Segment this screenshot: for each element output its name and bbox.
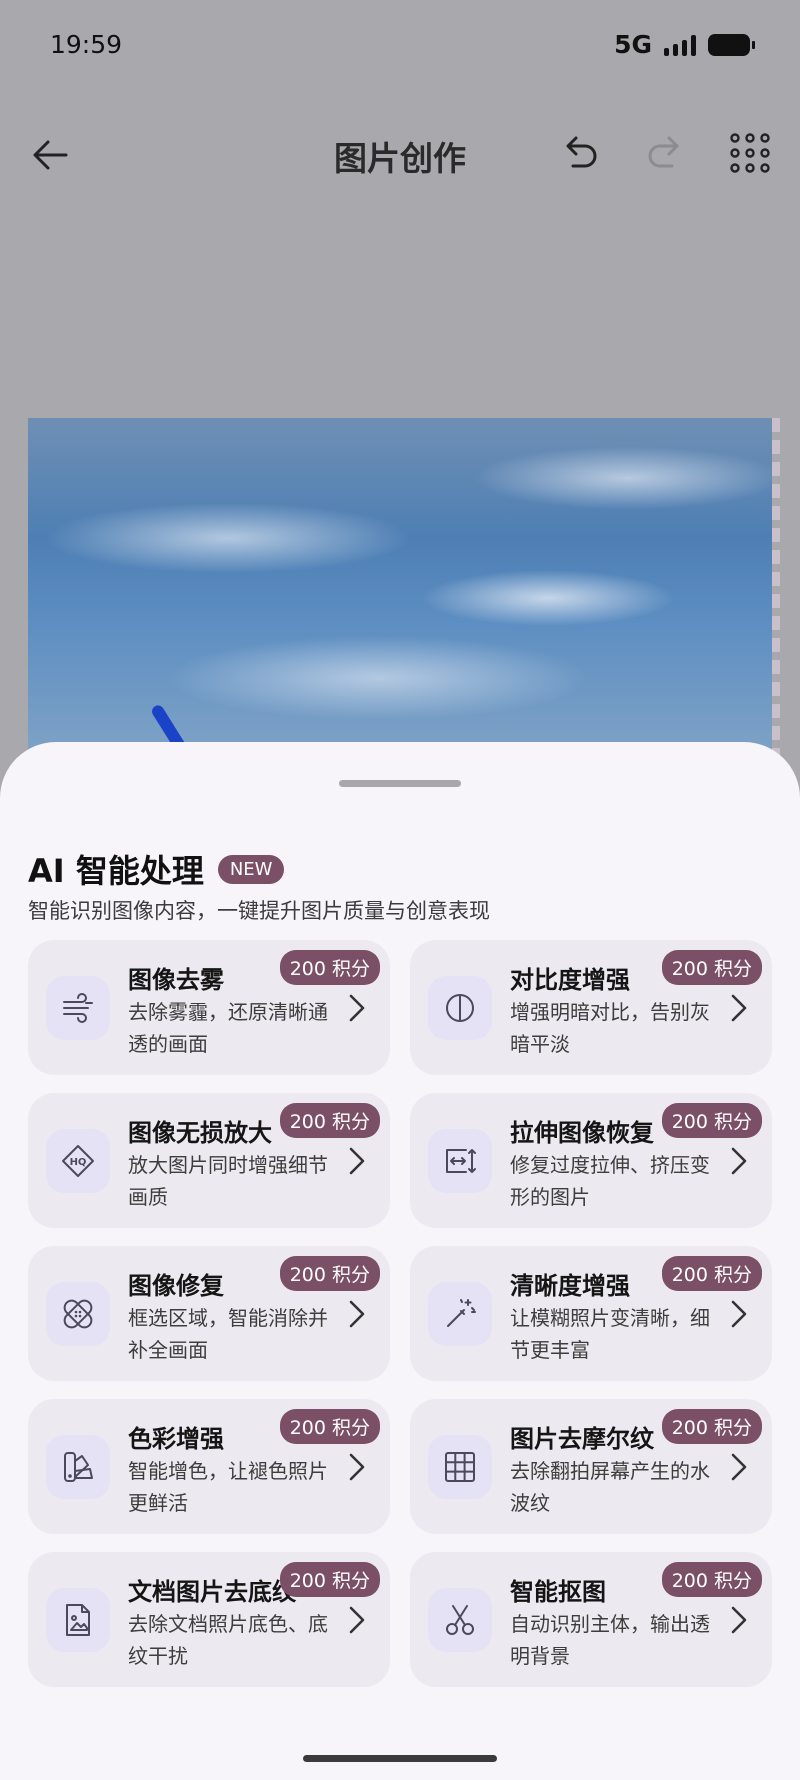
- document-image-icon: [66, 1604, 90, 1636]
- sheet-title: AI 智能处理: [28, 852, 204, 890]
- chevron-right-icon: [731, 1300, 747, 1328]
- sheet-header: AI 智能处理 NEW: [28, 846, 285, 892]
- grid-dots-icon: [730, 133, 770, 173]
- points-badge: 200 积分: [661, 950, 762, 985]
- chevron-right-icon: [731, 1453, 747, 1481]
- status-bar: 19:59 5G: [0, 0, 800, 92]
- crop-edge: [772, 418, 780, 758]
- card-description: 自动识别主体，输出透明背景: [510, 1612, 710, 1668]
- sheet-subtitle: 智能识别图像内容，一键提升图片质量与创意表现: [28, 899, 490, 923]
- card-description: 框选区域，智能消除并补全画面: [128, 1306, 328, 1362]
- feature-card-color[interactable]: 色彩增强 智能增色，让褪色照片更鲜活 200 积分: [28, 1399, 390, 1534]
- card-title: 对比度增强: [510, 966, 630, 994]
- battery-icon: [708, 33, 755, 56]
- card-title: 图像去雾: [128, 966, 224, 994]
- points-badge: 200 积分: [661, 1562, 762, 1597]
- contrast-icon: [446, 994, 474, 1022]
- feature-card-stretch-restore[interactable]: 拉伸图像恢复 修复过度拉伸、挤压变形的图片 200 积分: [410, 1093, 772, 1228]
- card-description: 放大图片同时增强细节画质: [128, 1153, 328, 1209]
- chevron-right-icon: [731, 1147, 747, 1175]
- points-badge: 200 积分: [279, 1562, 380, 1597]
- card-title: 智能抠图: [510, 1578, 606, 1606]
- card-description: 智能增色，让褪色照片更鲜活: [128, 1459, 328, 1515]
- chevron-right-icon: [349, 1147, 365, 1175]
- stretch-icon: [446, 1149, 476, 1173]
- bandage-icon: [63, 1299, 93, 1329]
- points-badge: 200 积分: [279, 950, 380, 985]
- chevron-right-icon: [349, 1606, 365, 1634]
- points-badge: 200 积分: [279, 1409, 380, 1444]
- points-badge: 200 积分: [661, 1256, 762, 1291]
- app-bar: 图片创作: [0, 110, 800, 196]
- hq-upscale-icon: HQ: [62, 1145, 94, 1177]
- feature-card-contrast[interactable]: 对比度增强 增强明暗对比，告别灰暗平淡 200 积分: [410, 940, 772, 1075]
- sheet-drag-handle[interactable]: [339, 780, 461, 787]
- feature-card-repair[interactable]: 图像修复 框选区域，智能消除并补全画面 200 积分: [28, 1246, 390, 1381]
- network-type: 5G: [614, 30, 652, 59]
- undo-icon: [566, 136, 597, 168]
- card-title: 色彩增强: [128, 1425, 224, 1453]
- card-title: 文档图片去底纹: [128, 1578, 296, 1606]
- more-apps-button[interactable]: [725, 128, 775, 178]
- chevron-right-icon: [731, 994, 747, 1022]
- chevron-right-icon: [349, 1453, 365, 1481]
- status-indicators: 5G: [614, 30, 755, 59]
- card-title: 图片去摩尔纹: [510, 1425, 654, 1453]
- new-badge: NEW: [217, 854, 285, 884]
- svg-text:HQ: HQ: [70, 1157, 87, 1168]
- magic-wand-icon: [447, 1299, 476, 1327]
- feature-card-demoire[interactable]: 图片去摩尔纹 去除翻拍屏幕产生的水波纹 200 积分: [410, 1399, 772, 1534]
- feature-card-doc-background[interactable]: 文档图片去底纹 去除文档照片底色、底纹干扰 200 积分: [28, 1552, 390, 1687]
- chevron-right-icon: [349, 994, 365, 1022]
- points-badge: 200 积分: [661, 1409, 762, 1444]
- scissors-icon: [446, 1605, 474, 1635]
- card-description: 去除文档照片底色、底纹干扰: [128, 1612, 328, 1668]
- grid-icon: [445, 1452, 475, 1482]
- points-badge: 200 积分: [279, 1256, 380, 1291]
- ai-processing-sheet: AI 智能处理 NEW 智能识别图像内容，一键提升图片质量与创意表现 图像去雾 …: [0, 742, 800, 1780]
- undo-button[interactable]: [555, 128, 605, 178]
- card-title: 清晰度增强: [510, 1272, 630, 1300]
- home-indicator[interactable]: [303, 1755, 497, 1762]
- card-title: 图像修复: [128, 1272, 224, 1300]
- chevron-right-icon: [731, 1606, 747, 1634]
- card-description: 修复过度拉伸、挤压变形的图片: [510, 1153, 710, 1209]
- defog-icon: [63, 993, 93, 1023]
- feature-card-sharpen[interactable]: 清晰度增强 让模糊照片变清晰，细节更丰富 200 积分: [410, 1246, 772, 1381]
- redo-icon: [648, 136, 679, 168]
- card-title: 拉伸图像恢复: [510, 1119, 654, 1147]
- card-description: 去除翻拍屏幕产生的水波纹: [510, 1459, 710, 1515]
- feature-card-upscale[interactable]: HQ 图像无损放大 放大图片同时增强细节画质 200 积分: [28, 1093, 390, 1228]
- card-description: 去除雾霾，还原清晰通透的画面: [128, 1000, 328, 1056]
- points-badge: 200 积分: [661, 1103, 762, 1138]
- feature-card-defog[interactable]: 图像去雾 去除雾霾，还原清晰通透的画面 200 积分: [28, 940, 390, 1075]
- feature-card-cutout[interactable]: 智能抠图 自动识别主体，输出透明背景 200 积分: [410, 1552, 772, 1687]
- card-title: 图像无损放大: [128, 1119, 272, 1147]
- card-description: 增强明暗对比，告别灰暗平淡: [510, 1000, 710, 1056]
- feature-grid: 图像去雾 去除雾霾，还原清晰通透的画面 200 积分 对比度增强 增强明暗对比，…: [28, 940, 772, 1687]
- status-time: 19:59: [50, 30, 123, 59]
- chevron-right-icon: [349, 1300, 365, 1328]
- redo-button[interactable]: [640, 128, 690, 178]
- signal-icon: [664, 34, 696, 56]
- card-description: 让模糊照片变清晰，细节更丰富: [510, 1306, 710, 1362]
- color-palette-icon: [64, 1452, 93, 1482]
- edited-photo[interactable]: [28, 418, 772, 758]
- points-badge: 200 积分: [279, 1103, 380, 1138]
